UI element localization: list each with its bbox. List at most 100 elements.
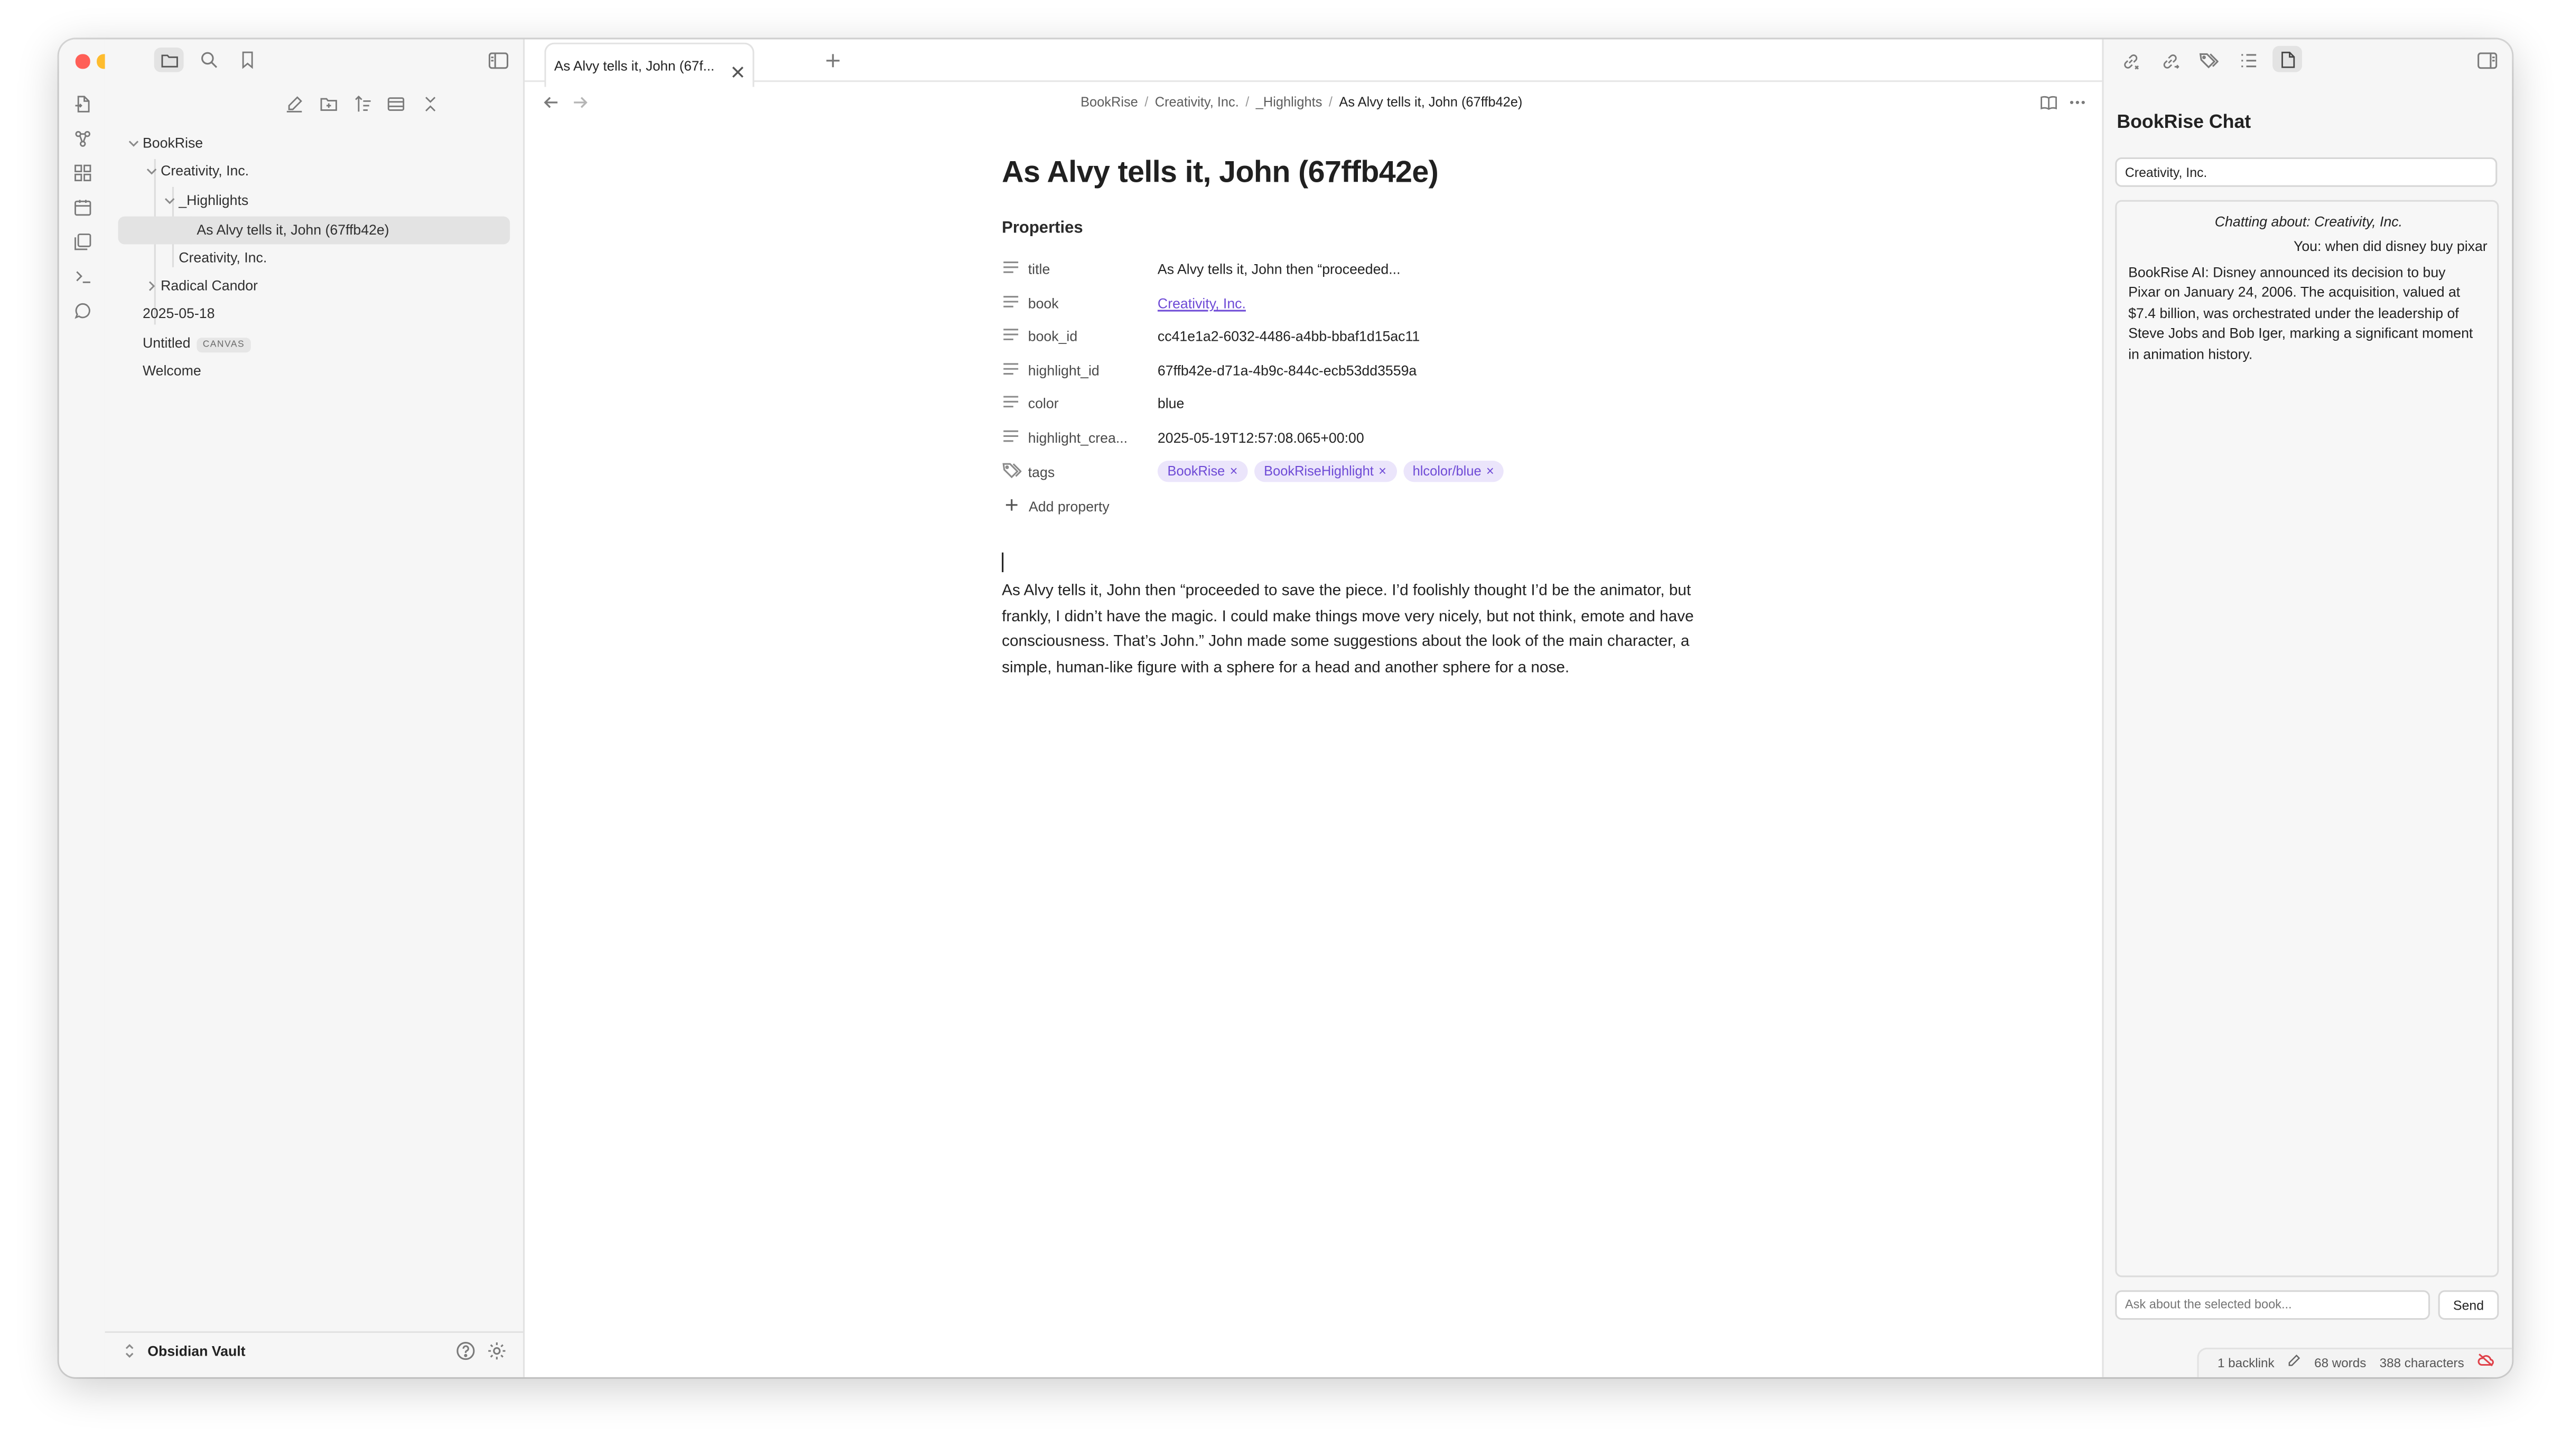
backlinks-icon[interactable] <box>2117 49 2143 72</box>
text-lines-icon <box>1002 361 1021 380</box>
tree-folder-bookrise[interactable]: BookRise <box>120 129 510 157</box>
back-arrow-icon[interactable] <box>541 92 561 111</box>
backlinks-count[interactable]: 1 backlink <box>2218 1356 2275 1370</box>
remove-tag-icon[interactable]: × <box>1378 464 1386 479</box>
property-value[interactable]: As Alvy tells it, John then “proceeded..… <box>1158 253 1401 285</box>
property-key: book_id <box>1028 328 1078 344</box>
reading-view-icon[interactable] <box>2038 92 2057 111</box>
sort-icon[interactable] <box>351 92 374 115</box>
file-open-icon[interactable] <box>70 92 93 115</box>
canvas-badge: CANVAS <box>197 337 250 352</box>
tree-file-welcome[interactable]: Welcome <box>120 358 510 386</box>
forward-arrow-icon[interactable] <box>571 92 590 111</box>
graph-view-icon[interactable] <box>70 126 93 149</box>
add-property-button[interactable]: Add property <box>1005 498 1110 515</box>
close-window-button[interactable] <box>75 54 90 68</box>
collapse-all-icon[interactable] <box>418 92 441 115</box>
breadcrumb-item[interactable]: _Highlights <box>1256 95 1322 110</box>
tree-item-label: BookRise <box>142 134 203 151</box>
canvas-icon[interactable] <box>70 161 93 183</box>
folder-icon[interactable] <box>154 47 184 72</box>
app-window: BookRise Creativity, Inc. _Highlights As… <box>59 39 2512 1377</box>
tree-folder-highlights[interactable]: _Highlights <box>120 187 510 215</box>
user-message: You: when did disney buy pixar <box>2293 237 2488 255</box>
tag-label: BookRiseHighlight <box>1264 464 1374 479</box>
property-row[interactable]: title As Alvy tells it, John then “proce… <box>1002 253 1739 285</box>
word-count: 68 words <box>2314 1356 2367 1371</box>
property-row[interactable]: book Creativity, Inc. <box>1002 287 1739 320</box>
collapse-toggle-icon[interactable] <box>384 92 406 115</box>
tab-title: As Alvy tells it, John (67f... <box>554 57 715 74</box>
note-body[interactable]: As Alvy tells it, John then “proceeded t… <box>1002 578 1739 680</box>
property-key: book <box>1028 295 1059 312</box>
search-icon[interactable] <box>193 48 223 72</box>
remove-tag-icon[interactable]: × <box>1230 464 1238 479</box>
breadcrumb: BookRise / Creativity, Inc. / _Highlights / As… <box>1080 95 1523 110</box>
tree-folder-creativity[interactable]: Creativity, Inc. <box>120 157 510 185</box>
chevron-down-icon <box>161 187 177 215</box>
breadcrumb-item[interactable]: Creativity, Inc. <box>1155 95 1239 110</box>
property-row[interactable]: color blue <box>1002 387 1739 419</box>
outgoing-links-icon[interactable] <box>2156 49 2183 72</box>
vault-name: Obsidian Vault <box>147 1342 246 1359</box>
chevron-down-icon <box>143 157 159 185</box>
remove-tag-icon[interactable]: × <box>1486 464 1494 479</box>
book-select[interactable]: Creativity, Inc. <box>2115 157 2498 187</box>
new-folder-icon[interactable] <box>316 92 339 115</box>
bookmark-icon[interactable] <box>233 48 263 72</box>
new-tab-icon[interactable] <box>823 51 843 70</box>
help-icon[interactable] <box>456 1341 476 1364</box>
breadcrumb-current[interactable]: As Alvy tells it, John (67ffb42e) <box>1339 95 1522 110</box>
tag-pill[interactable]: hlcolor/blue × <box>1403 461 1504 482</box>
property-key: color <box>1028 395 1059 412</box>
properties-heading[interactable]: Properties <box>1002 220 1083 238</box>
property-row[interactable]: highlight_crea... 2025-05-19T12:57:08.06… <box>1002 422 1739 454</box>
chat-icon[interactable] <box>70 298 93 321</box>
file-icon[interactable] <box>2272 45 2303 72</box>
property-key: title <box>1028 260 1050 277</box>
text-lines-icon <box>1002 394 1021 413</box>
ribbon <box>59 39 132 1377</box>
property-row[interactable]: highlight_id 67ffb42e-d71a-4b9c-844c-ecb… <box>1002 354 1739 387</box>
chat-title: BookRise Chat <box>2117 113 2251 133</box>
tree-file-active-note[interactable]: As Alvy tells it, John (67ffb42e) <box>118 216 510 245</box>
settings-gear-icon[interactable] <box>487 1341 507 1364</box>
chat-input[interactable] <box>2115 1290 2430 1320</box>
tags-icon <box>1002 462 1022 482</box>
tree-file-2025-05-18[interactable]: 2025-05-18 <box>120 300 510 328</box>
sync-off-icon[interactable] <box>2477 1354 2494 1370</box>
send-button[interactable]: Send <box>2438 1290 2499 1320</box>
sidebar-toggle-icon[interactable] <box>486 48 512 72</box>
breadcrumb-item[interactable]: BookRise <box>1080 95 1138 110</box>
tree-folder-radical-candor[interactable]: Radical Candor <box>120 272 510 300</box>
more-options-icon[interactable] <box>2067 92 2087 111</box>
text-lines-icon <box>1002 326 1021 346</box>
property-value[interactable]: cc41e1a2-6032-4486-a4bb-bbaf1d15ac11 <box>1158 320 1420 352</box>
vault-switcher[interactable]: Obsidian Vault <box>122 1336 515 1369</box>
right-sidebar-toggle-icon[interactable] <box>2474 49 2501 72</box>
tree-file-creativity[interactable]: Creativity, Inc. <box>120 244 510 272</box>
tags-icon[interactable] <box>2195 49 2222 72</box>
tag-pill[interactable]: BookRise × <box>1157 461 1248 482</box>
property-row[interactable]: book_id cc41e1a2-6032-4486-a4bb-bbaf1d15… <box>1002 320 1739 352</box>
pencil-icon[interactable] <box>2288 1355 2305 1370</box>
right-sidebar: BookRise Chat Creativity, Inc. Chatting … <box>2102 39 2512 1377</box>
note-title[interactable]: As Alvy tells it, John (67ffb42e) <box>1002 154 1439 190</box>
tree-item-label: Creativity, Inc. <box>161 162 249 179</box>
templates-icon[interactable] <box>70 229 93 252</box>
tab-active-note[interactable]: As Alvy tells it, John (67f... <box>544 42 754 87</box>
new-note-icon[interactable] <box>282 92 305 115</box>
text-lines-icon <box>1002 428 1021 447</box>
property-value[interactable]: 67ffb42e-d71a-4b9c-844c-ecb53dd3559a <box>1158 354 1417 387</box>
calendar-icon[interactable] <box>70 195 93 218</box>
property-row-tags[interactable]: tags BookRise × BookRiseHighlight × hlcolor/… <box>1002 456 1739 489</box>
command-palette-icon[interactable] <box>70 264 93 287</box>
outline-icon[interactable] <box>2235 49 2261 72</box>
close-tab-icon[interactable] <box>731 58 744 87</box>
property-value-link[interactable]: Creativity, Inc. <box>1158 287 1246 320</box>
tree-item-label: As Alvy tells it, John (67ffb42e) <box>197 221 389 238</box>
property-value[interactable]: blue <box>1158 387 1184 419</box>
property-value[interactable]: 2025-05-19T12:57:08.065+00:00 <box>1158 422 1364 454</box>
tag-pill[interactable]: BookRiseHighlight × <box>1254 461 1396 482</box>
tree-file-untitled-canvas[interactable]: Untitled CANVAS <box>120 330 510 358</box>
